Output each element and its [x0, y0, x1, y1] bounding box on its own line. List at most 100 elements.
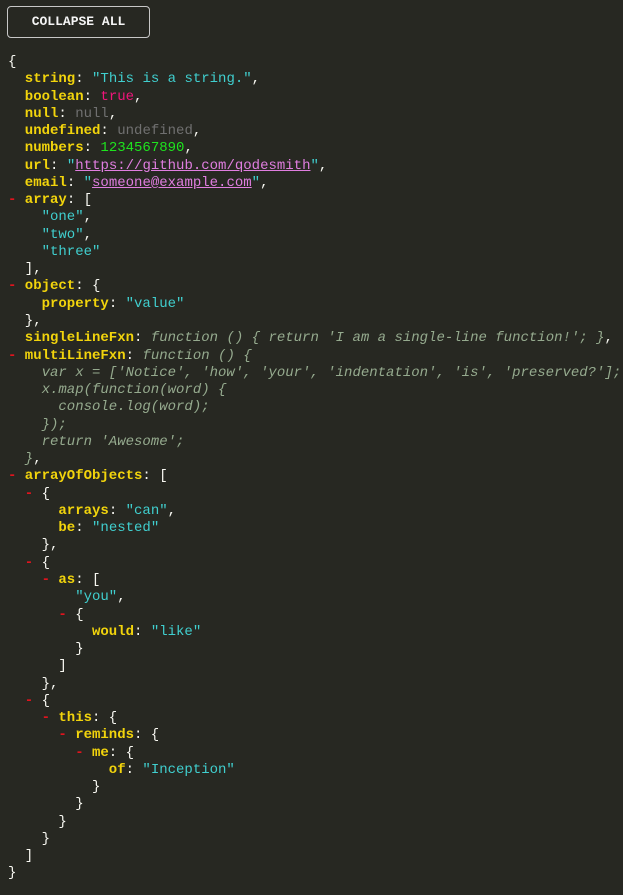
json-line: undefined: undefined, [8, 123, 623, 140]
json-punctuation: { [41, 692, 50, 709]
json-punctuation: }, [41, 537, 59, 554]
json-key: property [41, 295, 109, 312]
json-line: } [8, 814, 623, 831]
json-punctuation: , [117, 589, 126, 606]
json-function-value: } [24, 451, 34, 468]
json-line: ] [8, 848, 623, 865]
json-key: as [58, 571, 76, 588]
json-punctuation: : [108, 295, 126, 312]
json-line: - as: [ [8, 572, 623, 589]
json-string-value: "nested" [92, 520, 160, 537]
json-key: multiLineFxn [24, 347, 126, 364]
json-key: object [24, 278, 76, 295]
json-punctuation: , [33, 451, 42, 468]
json-key: undefined [24, 123, 101, 140]
json-number-value: 1234567890 [100, 140, 185, 157]
json-function-value: function () { [142, 347, 252, 364]
json-key: this [58, 710, 92, 727]
json-function-value: x.map(function(word) { [41, 382, 227, 399]
json-key: me [91, 744, 109, 761]
json-key: numbers [24, 140, 84, 157]
json-line: - array: [ [8, 192, 623, 209]
json-punctuation: }, [24, 312, 42, 329]
json-punctuation: : [ [75, 571, 101, 588]
json-line: property: "value" [8, 296, 623, 313]
collapse-toggle-minus-icon[interactable]: - [8, 468, 25, 485]
json-line: }, [8, 537, 623, 554]
collapse-toggle-minus-icon[interactable]: - [8, 348, 25, 365]
json-line: } [8, 641, 623, 658]
json-null-value: undefined [117, 123, 193, 140]
json-punctuation: , [192, 123, 202, 140]
json-line: -{ [8, 555, 623, 572]
json-function-value: }); [41, 416, 67, 433]
collapse-all-button[interactable]: COLLAPSE ALL [7, 6, 150, 38]
json-null-value: null [75, 105, 109, 122]
json-function-value: console.log(word); [58, 399, 210, 416]
json-string-value: "This is a string." [92, 71, 252, 88]
collapse-toggle-minus-icon[interactable]: - [75, 745, 92, 762]
json-key: be [58, 520, 76, 537]
json-string-value: "can" [125, 502, 168, 519]
json-string-value: "you" [75, 589, 118, 606]
json-key: url [24, 157, 51, 174]
json-punctuation: : [134, 330, 151, 347]
json-punctuation: : [75, 520, 93, 537]
json-punctuation: { [41, 554, 50, 571]
json-punctuation: , [604, 330, 613, 347]
json-line: var x = ['Notice', 'how', 'your', 'inden… [8, 365, 623, 382]
json-key: of [108, 761, 126, 778]
json-punctuation: { [41, 485, 50, 502]
json-key: arrayOfObjects [24, 468, 143, 485]
json-punctuation: : [50, 157, 67, 174]
json-punctuation: ] [58, 658, 67, 675]
json-line: }, [8, 313, 623, 330]
json-line: }); [8, 417, 623, 434]
json-link[interactable]: someone@example.com [92, 175, 252, 191]
json-line: url: "https://github.com/qodesmith", [8, 158, 623, 175]
json-line: -{ [8, 693, 623, 710]
json-function-value: var x = ['Notice', 'how', 'your', 'inden… [41, 364, 622, 381]
json-line: -{ [8, 607, 623, 624]
collapse-toggle-minus-icon[interactable]: - [42, 710, 59, 727]
collapse-toggle-minus-icon[interactable]: - [25, 486, 42, 503]
json-line: - me: { [8, 745, 623, 762]
json-punctuation: , [260, 174, 269, 191]
json-boolean-value: true [100, 88, 135, 105]
json-key: arrays [58, 502, 109, 519]
json-punctuation: }, [41, 675, 59, 692]
collapse-toggle-minus-icon[interactable]: - [8, 278, 25, 295]
collapse-toggle-minus-icon[interactable]: - [58, 607, 75, 624]
json-line: - multiLineFxn: function () { [8, 348, 623, 365]
json-line: }, [8, 676, 623, 693]
json-key: string [24, 71, 76, 88]
collapse-toggle-minus-icon[interactable]: - [8, 192, 25, 209]
json-key: boolean [24, 88, 84, 105]
json-line: would: "like" [8, 624, 623, 641]
collapse-toggle-minus-icon[interactable]: - [25, 693, 42, 710]
json-punctuation: ] [24, 848, 34, 865]
json-key: null [24, 105, 59, 122]
json-punctuation: : [66, 174, 84, 191]
json-line: ] [8, 658, 623, 675]
json-punctuation: , [83, 209, 93, 226]
json-punctuation: , [318, 157, 328, 174]
json-punctuation: } [41, 830, 50, 847]
json-punctuation: { [75, 606, 84, 623]
json-punctuation: } [75, 641, 84, 658]
json-link[interactable]: https://github.com/qodesmith [75, 158, 310, 174]
collapse-toggle-minus-icon[interactable]: - [58, 727, 75, 744]
json-punctuation: : [100, 123, 118, 140]
collapse-toggle-minus-icon[interactable]: - [25, 555, 42, 572]
json-punctuation: : { [75, 278, 101, 295]
json-line: } [8, 865, 623, 882]
json-line: - reminds: { [8, 727, 623, 744]
json-punctuation: } [58, 813, 67, 830]
json-string-value: " [83, 174, 93, 191]
json-punctuation: : [125, 761, 143, 778]
json-string-value: "one" [41, 209, 84, 226]
collapse-toggle-minus-icon[interactable]: - [42, 572, 59, 589]
json-line: ], [8, 261, 623, 278]
json-punctuation: : [58, 105, 76, 122]
json-punctuation: { [8, 54, 17, 70]
